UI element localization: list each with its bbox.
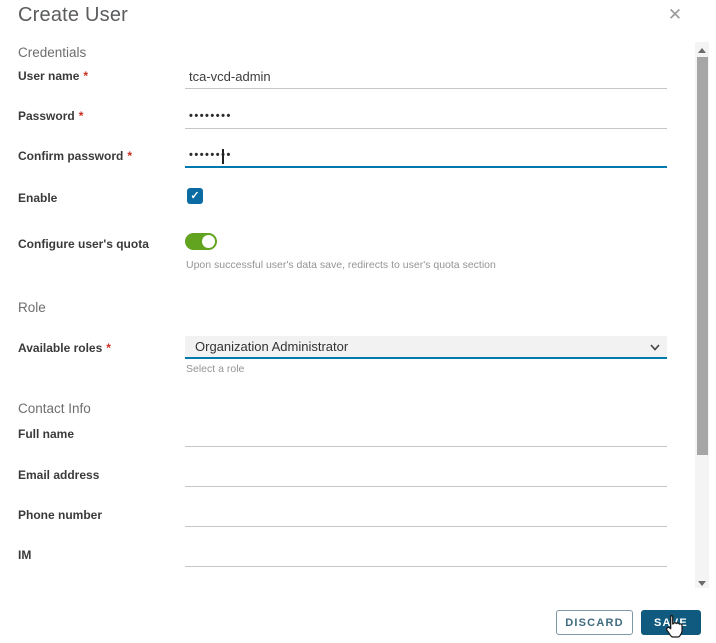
quota-toggle[interactable] [185,233,217,250]
confirm-password-input[interactable] [185,145,667,168]
required-marker: * [106,341,111,355]
toggle-knob [202,235,215,248]
section-credentials: Credentials [18,45,87,60]
im-label: IM [18,548,32,562]
close-icon: ✕ [667,5,683,24]
available-roles-select[interactable]: Organization Administrator [185,336,667,359]
required-marker: * [127,149,133,163]
section-role: Role [18,300,46,315]
discard-button[interactable]: DISCARD [556,610,633,635]
create-user-dialog: Create User ✕ Credentials User name* Pas… [0,0,716,643]
text-caret [222,149,224,164]
scrollbar-thumb[interactable] [696,57,708,455]
required-marker: * [78,109,84,123]
scrollbar-up-button[interactable] [695,42,709,55]
check-icon: ✓ [190,190,200,202]
vertical-scrollbar[interactable] [695,42,709,588]
im-input[interactable] [185,544,667,567]
email-label: Email address [18,468,100,482]
scroll-down-icon [698,581,706,586]
role-helper-text: Select a role [186,363,245,375]
phone-input[interactable] [185,504,667,527]
password-input[interactable] [185,106,667,129]
enable-checkbox[interactable]: ✓ [187,188,203,204]
scroll-up-icon [698,48,706,53]
password-label: Password * [18,109,84,123]
username-input[interactable] [185,66,667,89]
quota-label: Configure user's quota [18,237,149,251]
quota-helper-text: Upon successful user's data save, redire… [186,259,496,271]
username-label: User name * [18,69,89,83]
available-roles-label: Available roles * [18,341,111,355]
page-title: Create User [18,4,129,26]
full-name-label: Full name [18,427,75,441]
email-input[interactable] [185,464,667,487]
close-button[interactable]: ✕ [663,3,687,27]
enable-label: Enable [18,191,58,205]
phone-label: Phone number [18,508,103,522]
required-marker: * [83,69,89,83]
confirm-password-label: Confirm password * [18,149,133,163]
scrollbar-down-button[interactable] [695,575,709,588]
full-name-input[interactable] [185,424,667,447]
save-button[interactable]: SAVE [641,610,701,635]
section-contact-info: Contact Info [18,401,91,416]
